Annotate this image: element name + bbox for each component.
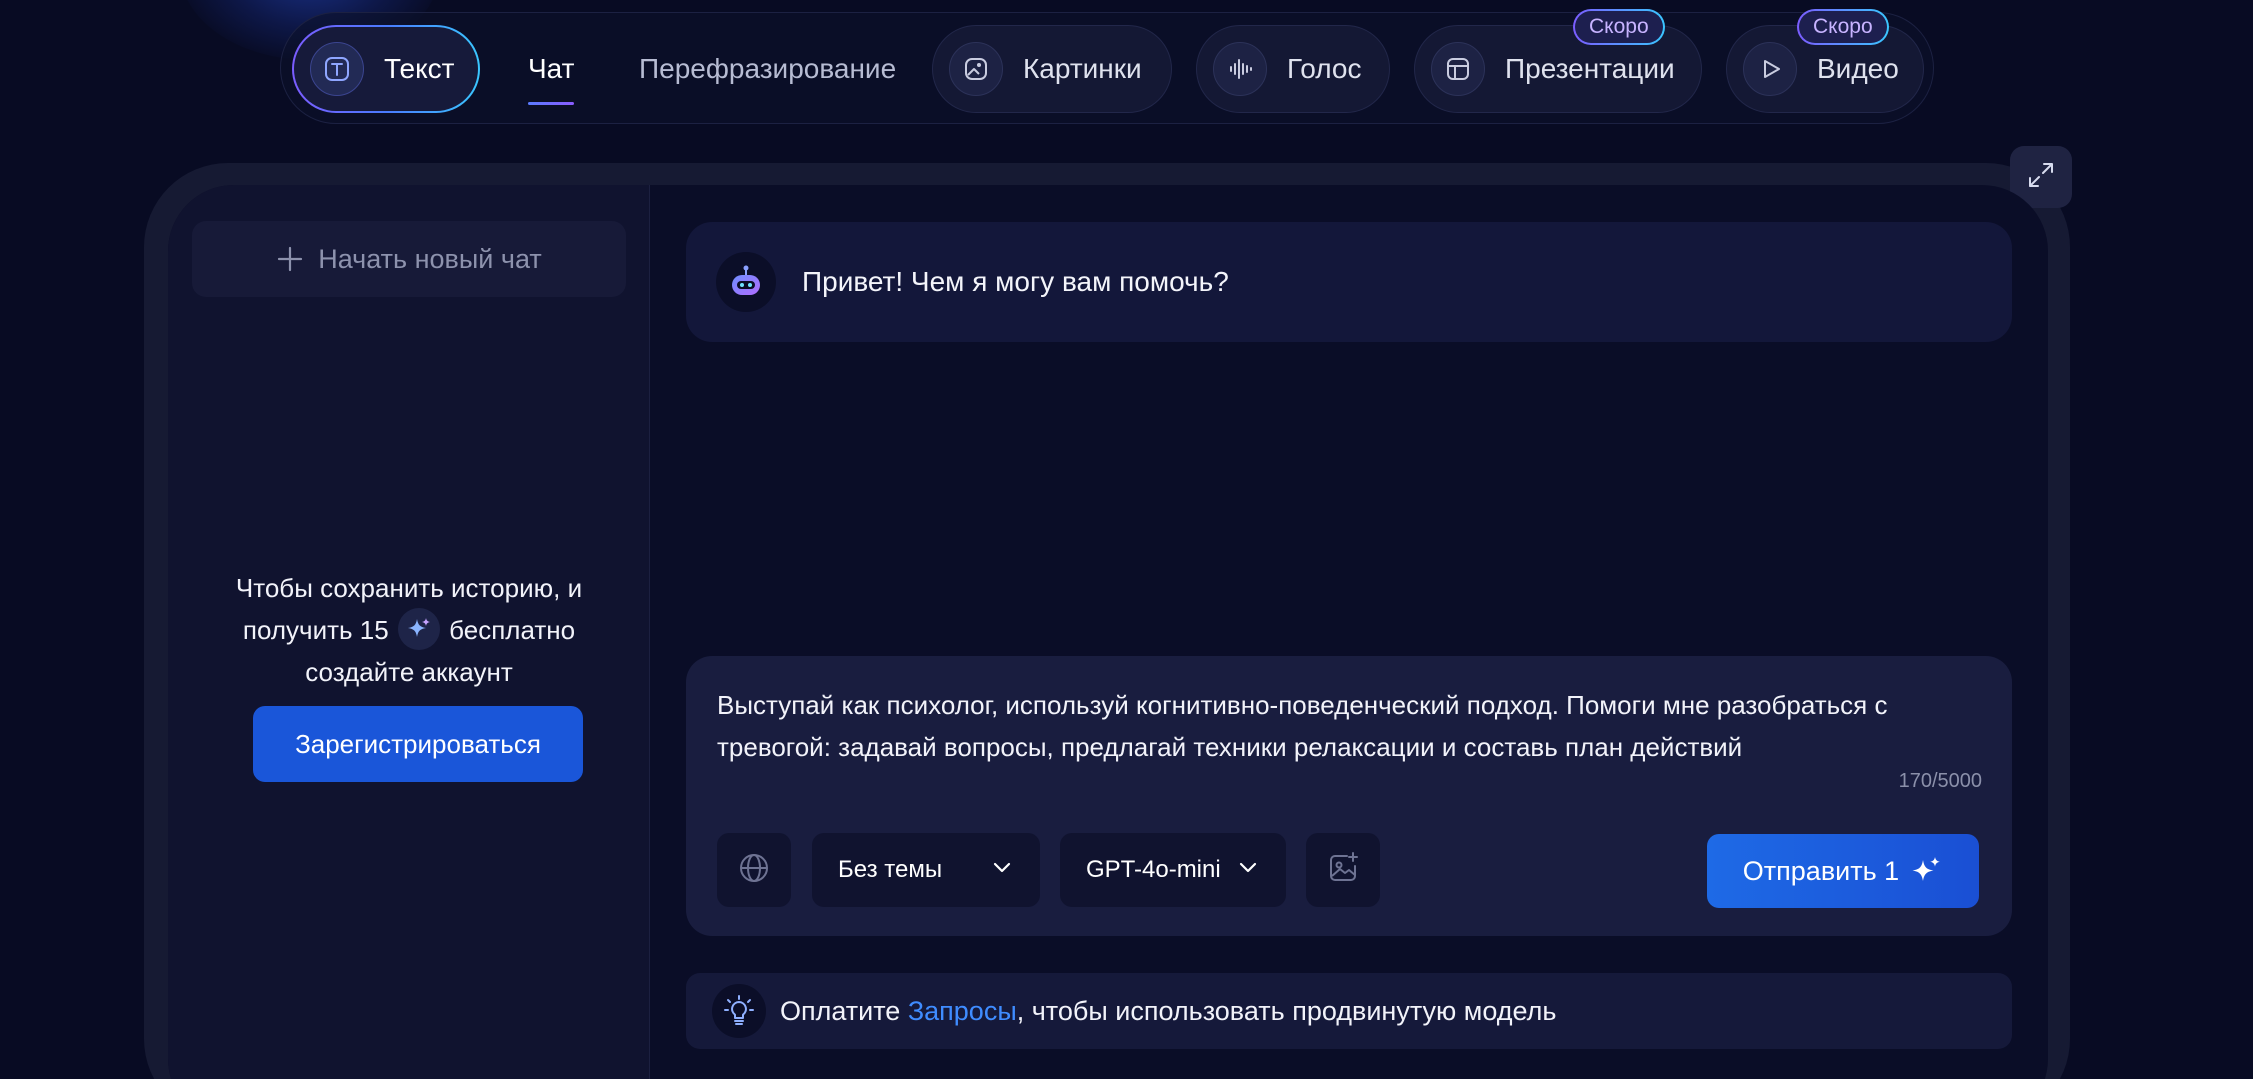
new-chat-label: Начать новый чат bbox=[318, 243, 542, 274]
tab-text-label: Текст bbox=[384, 53, 455, 84]
globe-icon bbox=[737, 851, 771, 890]
theme-select-value: Без темы bbox=[838, 856, 943, 883]
coming-soon-badge: Скоро bbox=[1573, 9, 1665, 45]
expand-icon bbox=[2026, 160, 2056, 195]
bot-avatar-icon bbox=[716, 252, 776, 312]
signup-promo: Чтобы сохранить историю, и получить 15 б… bbox=[168, 567, 650, 693]
sparkle-icon bbox=[1909, 854, 1943, 888]
image-icon bbox=[949, 42, 1003, 96]
send-button[interactable]: Отправить 1 bbox=[1707, 834, 1979, 908]
sparkle-icon bbox=[397, 608, 440, 651]
presentation-icon bbox=[1431, 42, 1485, 96]
text-t-icon bbox=[310, 42, 364, 96]
tab-voice-label: Голос bbox=[1287, 53, 1362, 84]
tab-voice[interactable]: Голос bbox=[1196, 25, 1390, 113]
image-add-icon bbox=[1325, 850, 1361, 891]
tab-video-label: Видео bbox=[1817, 53, 1899, 84]
tab-paraphrase-label: Перефразирование bbox=[639, 53, 897, 84]
new-chat-button[interactable]: Начать новый чат bbox=[192, 221, 626, 297]
greeting-text: Привет! Чем я могу вам помочь? bbox=[802, 266, 1229, 297]
image-upload-button[interactable] bbox=[1306, 833, 1380, 907]
tab-text[interactable]: Текст bbox=[292, 25, 480, 113]
play-icon bbox=[1743, 42, 1797, 96]
web-search-toggle[interactable] bbox=[717, 833, 791, 907]
tab-paraphrase[interactable]: Перефразирование bbox=[639, 25, 896, 113]
upgrade-text-after: , чтобы использовать продвинутую модель bbox=[1016, 995, 1557, 1026]
assistant-message: Привет! Чем я могу вам помочь? bbox=[686, 222, 2012, 342]
character-counter: 170/5000 bbox=[1898, 770, 1982, 792]
tab-images-label: Картинки bbox=[1023, 53, 1142, 84]
tab-images[interactable]: Картинки bbox=[932, 25, 1172, 113]
send-button-label: Отправить 1 bbox=[1742, 855, 1900, 886]
promo-line-3: создайте аккаунт bbox=[305, 657, 513, 687]
tab-chat[interactable]: Чат bbox=[528, 25, 575, 113]
promo-line-2: получить 15 бесплатно bbox=[168, 608, 650, 651]
sidebar: Начать новый чат Чтобы сохранить историю… bbox=[168, 185, 650, 1079]
coming-soon-badge: Скоро bbox=[1797, 9, 1889, 45]
tab-active-underline bbox=[528, 102, 575, 105]
chevron-down-icon bbox=[990, 855, 1014, 886]
model-select-value: GPT-4o-mini bbox=[1086, 856, 1221, 883]
promo-free-text: бесплатно bbox=[449, 615, 576, 645]
model-select[interactable]: GPT-4o-mini bbox=[1060, 833, 1286, 907]
lightbulb-icon bbox=[712, 984, 766, 1038]
top-navigation: Текст Чат Перефразирование Картинки Голо… bbox=[280, 9, 1934, 124]
theme-select[interactable]: Без темы bbox=[812, 833, 1040, 907]
plus-icon bbox=[276, 245, 304, 273]
tab-presentations-label: Презентации bbox=[1505, 53, 1675, 84]
waveform-icon bbox=[1213, 42, 1267, 96]
promo-credits-text: получить 15 bbox=[242, 615, 389, 645]
prompt-input[interactable]: Выступай как психолог, используй когнити… bbox=[717, 684, 1987, 768]
upgrade-text-before: Оплатите bbox=[780, 995, 901, 1026]
upgrade-notice: Оплатите Запросы, чтобы использовать про… bbox=[686, 973, 2012, 1049]
register-button[interactable]: Зарегистрироваться bbox=[253, 706, 583, 782]
promo-line-1: Чтобы сохранить историю, и bbox=[235, 573, 583, 603]
chat-panel: Начать новый чат Чтобы сохранить историю… bbox=[168, 185, 2048, 1079]
tab-chat-label: Чат bbox=[528, 53, 575, 84]
chevron-down-icon bbox=[1236, 855, 1260, 886]
message-composer: Выступай как психолог, используй когнити… bbox=[686, 656, 2012, 936]
requests-link[interactable]: Запросы bbox=[908, 996, 1017, 1027]
